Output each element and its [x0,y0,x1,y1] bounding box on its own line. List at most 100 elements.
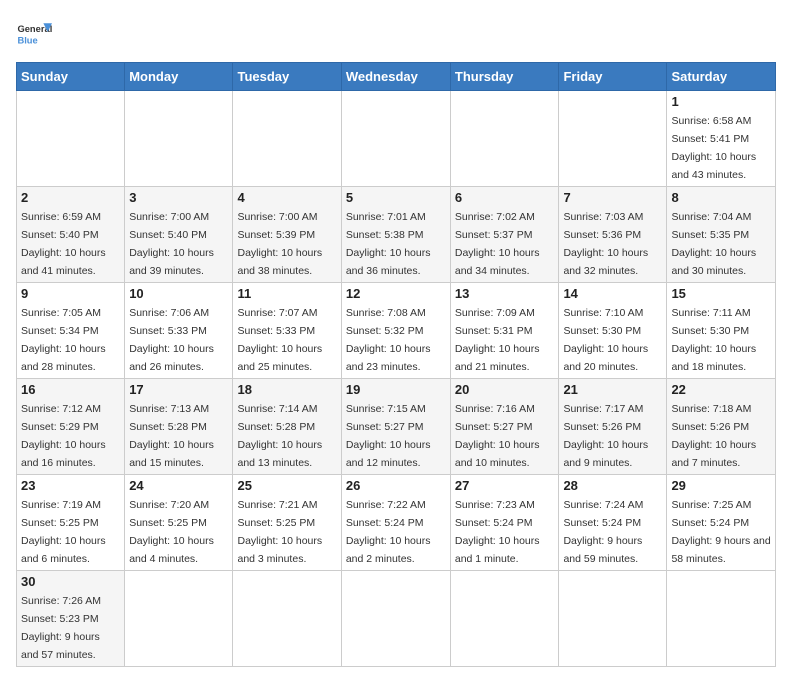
calendar-week-row: 23 Sunrise: 7:19 AMSunset: 5:25 PMDaylig… [17,475,776,571]
day-number: 1 [671,94,771,109]
day-info: Sunrise: 7:00 AMSunset: 5:39 PMDaylight:… [237,211,322,277]
day-info: Sunrise: 7:17 AMSunset: 5:26 PMDaylight:… [563,403,648,469]
calendar-cell: 19 Sunrise: 7:15 AMSunset: 5:27 PMDaylig… [341,379,450,475]
day-info: Sunrise: 7:10 AMSunset: 5:30 PMDaylight:… [563,307,648,373]
day-info: Sunrise: 7:26 AMSunset: 5:23 PMDaylight:… [21,595,101,661]
day-number: 30 [21,574,120,589]
calendar-cell: 8 Sunrise: 7:04 AMSunset: 5:35 PMDayligh… [667,187,776,283]
day-info: Sunrise: 7:02 AMSunset: 5:37 PMDaylight:… [455,211,540,277]
calendar-cell: 29 Sunrise: 7:25 AMSunset: 5:24 PMDaylig… [667,475,776,571]
calendar-cell: 6 Sunrise: 7:02 AMSunset: 5:37 PMDayligh… [450,187,559,283]
day-info: Sunrise: 7:09 AMSunset: 5:31 PMDaylight:… [455,307,540,373]
day-number: 16 [21,382,120,397]
day-info: Sunrise: 7:18 AMSunset: 5:26 PMDaylight:… [671,403,756,469]
calendar-cell: 13 Sunrise: 7:09 AMSunset: 5:31 PMDaylig… [450,283,559,379]
day-number: 8 [671,190,771,205]
calendar-week-row: 1 Sunrise: 6:58 AMSunset: 5:41 PMDayligh… [17,91,776,187]
calendar-cell: 23 Sunrise: 7:19 AMSunset: 5:25 PMDaylig… [17,475,125,571]
calendar-cell [559,571,667,667]
day-number: 21 [563,382,662,397]
day-number: 10 [129,286,228,301]
day-info: Sunrise: 7:23 AMSunset: 5:24 PMDaylight:… [455,499,540,565]
calendar-cell: 1 Sunrise: 6:58 AMSunset: 5:41 PMDayligh… [667,91,776,187]
svg-text:Blue: Blue [17,35,37,45]
calendar-cell: 4 Sunrise: 7:00 AMSunset: 5:39 PMDayligh… [233,187,341,283]
column-header-saturday: Saturday [667,63,776,91]
column-header-monday: Monday [125,63,233,91]
calendar-cell: 22 Sunrise: 7:18 AMSunset: 5:26 PMDaylig… [667,379,776,475]
calendar-cell: 16 Sunrise: 7:12 AMSunset: 5:29 PMDaylig… [17,379,125,475]
calendar-cell [125,571,233,667]
logo-icon: General Blue [16,16,52,52]
calendar-cell: 12 Sunrise: 7:08 AMSunset: 5:32 PMDaylig… [341,283,450,379]
calendar-cell [233,571,341,667]
day-info: Sunrise: 7:07 AMSunset: 5:33 PMDaylight:… [237,307,322,373]
calendar-cell: 11 Sunrise: 7:07 AMSunset: 5:33 PMDaylig… [233,283,341,379]
day-info: Sunrise: 7:25 AMSunset: 5:24 PMDaylight:… [671,499,770,565]
calendar-cell: 15 Sunrise: 7:11 AMSunset: 5:30 PMDaylig… [667,283,776,379]
day-info: Sunrise: 7:24 AMSunset: 5:24 PMDaylight:… [563,499,643,565]
day-number: 2 [21,190,120,205]
calendar-cell: 2 Sunrise: 6:59 AMSunset: 5:40 PMDayligh… [17,187,125,283]
calendar-cell [17,91,125,187]
column-header-thursday: Thursday [450,63,559,91]
calendar-cell: 30 Sunrise: 7:26 AMSunset: 5:23 PMDaylig… [17,571,125,667]
day-number: 4 [237,190,336,205]
calendar-cell: 14 Sunrise: 7:10 AMSunset: 5:30 PMDaylig… [559,283,667,379]
calendar-week-row: 2 Sunrise: 6:59 AMSunset: 5:40 PMDayligh… [17,187,776,283]
day-info: Sunrise: 7:05 AMSunset: 5:34 PMDaylight:… [21,307,106,373]
day-number: 29 [671,478,771,493]
day-number: 13 [455,286,555,301]
day-info: Sunrise: 7:03 AMSunset: 5:36 PMDaylight:… [563,211,648,277]
page-header: General Blue [16,16,776,52]
calendar-cell [233,91,341,187]
calendar-week-row: 16 Sunrise: 7:12 AMSunset: 5:29 PMDaylig… [17,379,776,475]
day-info: Sunrise: 7:13 AMSunset: 5:28 PMDaylight:… [129,403,214,469]
day-number: 6 [455,190,555,205]
column-header-tuesday: Tuesday [233,63,341,91]
day-info: Sunrise: 7:04 AMSunset: 5:35 PMDaylight:… [671,211,756,277]
day-info: Sunrise: 7:20 AMSunset: 5:25 PMDaylight:… [129,499,214,565]
day-info: Sunrise: 6:58 AMSunset: 5:41 PMDaylight:… [671,115,756,181]
calendar-cell: 27 Sunrise: 7:23 AMSunset: 5:24 PMDaylig… [450,475,559,571]
day-number: 7 [563,190,662,205]
calendar-cell: 26 Sunrise: 7:22 AMSunset: 5:24 PMDaylig… [341,475,450,571]
calendar-cell: 28 Sunrise: 7:24 AMSunset: 5:24 PMDaylig… [559,475,667,571]
calendar-table: SundayMondayTuesdayWednesdayThursdayFrid… [16,62,776,667]
day-number: 26 [346,478,446,493]
day-info: Sunrise: 7:22 AMSunset: 5:24 PMDaylight:… [346,499,431,565]
day-info: Sunrise: 7:14 AMSunset: 5:28 PMDaylight:… [237,403,322,469]
day-number: 28 [563,478,662,493]
calendar-week-row: 30 Sunrise: 7:26 AMSunset: 5:23 PMDaylig… [17,571,776,667]
calendar-cell: 7 Sunrise: 7:03 AMSunset: 5:36 PMDayligh… [559,187,667,283]
day-number: 5 [346,190,446,205]
calendar-cell [125,91,233,187]
day-info: Sunrise: 7:15 AMSunset: 5:27 PMDaylight:… [346,403,431,469]
day-info: Sunrise: 7:01 AMSunset: 5:38 PMDaylight:… [346,211,431,277]
calendar-cell [341,91,450,187]
day-number: 17 [129,382,228,397]
day-number: 23 [21,478,120,493]
calendar-cell: 17 Sunrise: 7:13 AMSunset: 5:28 PMDaylig… [125,379,233,475]
day-info: Sunrise: 7:21 AMSunset: 5:25 PMDaylight:… [237,499,322,565]
calendar-cell: 5 Sunrise: 7:01 AMSunset: 5:38 PMDayligh… [341,187,450,283]
calendar-cell: 10 Sunrise: 7:06 AMSunset: 5:33 PMDaylig… [125,283,233,379]
day-info: Sunrise: 7:06 AMSunset: 5:33 PMDaylight:… [129,307,214,373]
day-number: 14 [563,286,662,301]
logo: General Blue [16,16,52,52]
calendar-cell [450,91,559,187]
day-info: Sunrise: 7:08 AMSunset: 5:32 PMDaylight:… [346,307,431,373]
calendar-cell [450,571,559,667]
calendar-cell [667,571,776,667]
day-info: Sunrise: 7:19 AMSunset: 5:25 PMDaylight:… [21,499,106,565]
day-info: Sunrise: 7:16 AMSunset: 5:27 PMDaylight:… [455,403,540,469]
day-number: 12 [346,286,446,301]
column-header-wednesday: Wednesday [341,63,450,91]
calendar-header-row: SundayMondayTuesdayWednesdayThursdayFrid… [17,63,776,91]
calendar-cell: 18 Sunrise: 7:14 AMSunset: 5:28 PMDaylig… [233,379,341,475]
day-number: 11 [237,286,336,301]
calendar-week-row: 9 Sunrise: 7:05 AMSunset: 5:34 PMDayligh… [17,283,776,379]
day-number: 15 [671,286,771,301]
calendar-cell: 25 Sunrise: 7:21 AMSunset: 5:25 PMDaylig… [233,475,341,571]
calendar-cell [559,91,667,187]
